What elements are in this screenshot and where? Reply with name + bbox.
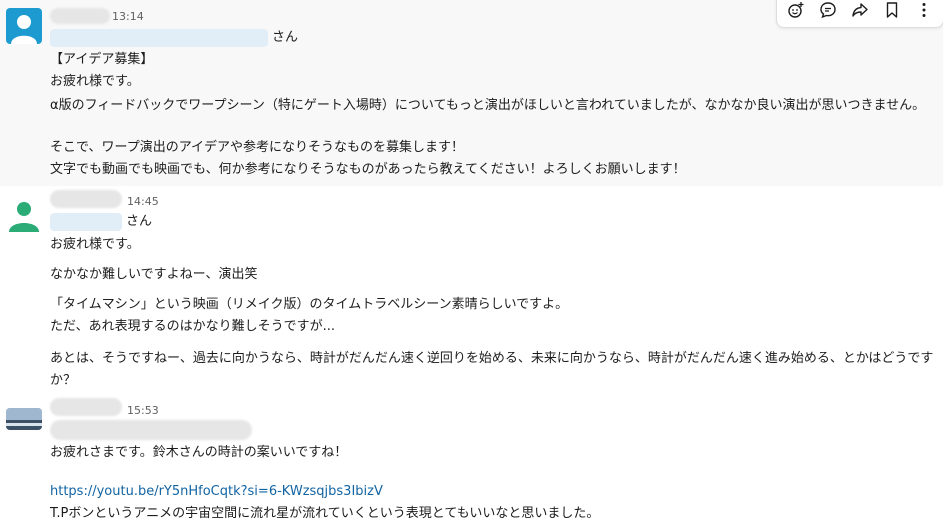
avatar[interactable] [6,408,42,430]
reply-thread-button[interactable] [813,0,843,27]
share-icon [852,3,868,17]
reply-thread-icon [820,2,836,19]
add-reaction-button[interactable] [781,0,811,27]
mention-redacted[interactable] [50,213,122,231]
timestamp[interactable]: 15:53 [127,404,159,417]
message-text: お疲れ様です。 [50,237,140,252]
mention-redacted[interactable] [50,420,252,440]
mention-redacted[interactable] [50,29,268,47]
sender-name-redacted[interactable] [50,398,122,416]
mention-suffix: さん [126,214,153,229]
save-message-button[interactable] [877,0,907,27]
more-icon [922,3,926,17]
message-text: お疲れさまです。鈴木さんの時計の案いいですね！ [50,445,348,460]
message-text: 文字でも動画でも映画でも、何か参考になりそうなものがあったら教えてください！よろ… [50,162,686,177]
mention-suffix: さん [272,30,299,45]
message-text: ただ、あれ表現するのはかなり難しそうですが... [50,319,336,334]
timestamp[interactable]: 14:45 [127,195,159,208]
avatar[interactable] [6,198,42,234]
message-text: なかなか難しいですよねー、演出笑 [50,267,258,282]
message-text: 「タイムマシン」という映画（リメイク版）のタイムトラベルシーン素晴らしいですよ。 [50,297,569,312]
message-text: お疲れ様です。 [50,74,140,89]
default-user-icon [11,15,37,44]
sender-name-redacted[interactable] [50,8,110,24]
landscape-photo-icon [6,408,42,430]
avatar[interactable] [6,8,42,44]
share-message-button[interactable] [845,0,875,27]
message-text: 【アイデア募集】 [50,52,154,67]
message-3: 15:53 お疲れさまです。鈴木さんの時計の案いいですね！ https://yo… [0,396,943,529]
message-text: α版のフィードバックでワープシーン（特にゲート入場時）についてもっと演出がほしい… [50,98,926,113]
bookmark-icon [886,2,898,18]
more-actions-button[interactable] [909,0,939,27]
user-silhouette-icon [9,202,39,232]
sender-name-redacted[interactable] [50,190,122,208]
message-text: そこで、ワープ演出のアイデアや参考になりそうなものを募集します！ [50,140,465,155]
timestamp[interactable]: 13:14 [112,10,144,23]
message-2: 14:45 さん お疲れ様です。 なかなか難しいですよねー、演出笑 「タイムマシ… [0,186,943,396]
message-1: 13:14 さん 【アイデア募集】 お疲れ様です。 α版のフィードバックでワープ… [0,0,943,186]
message-text: あとは、そうですねー、過去に向かうなら、時計がだんだん速く逆回りを始める、未来に… [50,351,934,388]
emoji-reaction-icon [788,2,804,18]
youtube-link[interactable]: https://youtu.be/rY5nHfoCqtk?si=6-KWzsqj… [50,483,383,501]
message-actions-toolbar [776,0,943,28]
message-text: T.Pボンというアニメの宇宙空間に流れ星が流れていくという表現とてもいいなと思い… [50,506,600,521]
